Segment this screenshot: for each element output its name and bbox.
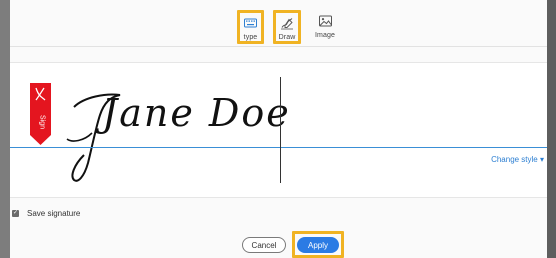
ribbon-label: Sign xyxy=(39,115,46,129)
draw-pen-icon xyxy=(281,18,293,30)
cancel-button[interactable]: Cancel xyxy=(242,237,286,253)
save-signature-label: Save signature xyxy=(27,209,81,218)
sign-here-ribbon: Sign xyxy=(30,83,51,145)
signature-baseline xyxy=(10,147,547,148)
text-cursor xyxy=(280,77,281,183)
signature-canvas[interactable]: Sign Jane Doe Change style ▾ xyxy=(10,62,547,198)
tab-type-label: type xyxy=(243,34,258,41)
tab-draw-label: Draw xyxy=(278,34,296,41)
change-style-link[interactable]: Change style ▾ xyxy=(491,155,544,164)
save-signature-checkbox[interactable]: ✓ xyxy=(12,210,19,217)
window-edge xyxy=(547,0,556,258)
tab-type[interactable]: type xyxy=(237,10,264,44)
image-icon xyxy=(318,15,332,27)
signature-dialog: type Draw Image Sign Jane Doe Change sty… xyxy=(10,0,547,258)
signature-text: Jane Doe xyxy=(102,91,291,135)
mode-toolbar: type Draw Image xyxy=(10,0,547,47)
apply-button[interactable]: Apply xyxy=(297,237,339,253)
keyboard-icon xyxy=(244,18,257,28)
save-signature-row[interactable]: ✓ Save signature xyxy=(12,209,80,218)
apply-highlight: Apply xyxy=(292,231,344,258)
tab-image-label: Image xyxy=(315,32,335,39)
tab-image[interactable]: Image xyxy=(313,10,337,44)
tab-draw[interactable]: Draw xyxy=(273,10,301,44)
